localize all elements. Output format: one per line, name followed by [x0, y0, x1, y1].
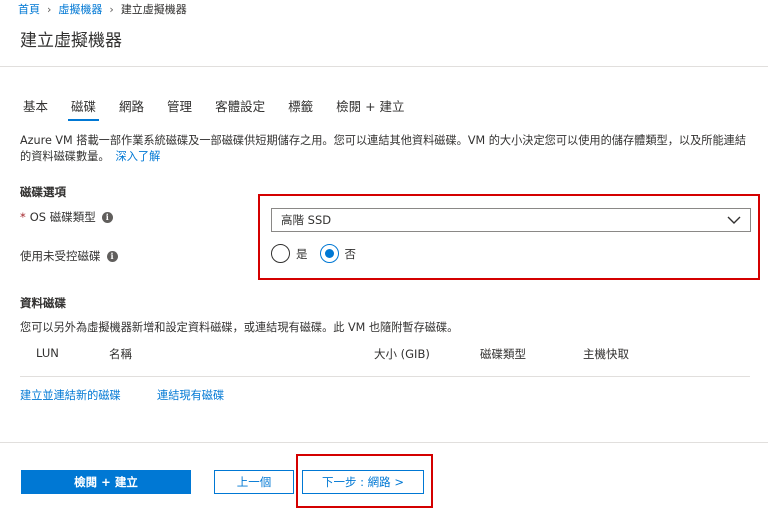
os-disk-type-label: * OS 磁碟類型 i	[20, 209, 113, 225]
learn-more-link[interactable]: 深入了解	[116, 150, 161, 163]
chevron-down-icon	[727, 216, 741, 224]
tab-basics[interactable]: 基本	[20, 94, 51, 121]
page: 首頁 › 虛擬機器 › 建立虛擬機器 建立虛擬機器 基本 磁碟 網路 管理 客體…	[0, 0, 768, 519]
create-attach-disk-link[interactable]: 建立並連結新的磁碟	[20, 387, 121, 403]
info-icon[interactable]: i	[101, 211, 113, 223]
column-header-name: 名稱	[109, 347, 132, 361]
highlight-box-disk-options	[258, 194, 760, 280]
os-disk-type-dropdown[interactable]: 高階 SSD	[271, 208, 751, 232]
tab-management[interactable]: 管理	[164, 94, 195, 121]
column-header-disk-type: 磁碟類型	[480, 347, 526, 361]
data-disks-heading: 資料磁碟	[20, 296, 66, 310]
os-disk-type-label-text: OS 磁碟類型	[29, 210, 96, 224]
tab-tags[interactable]: 標籤	[285, 94, 316, 121]
radio-yes[interactable]	[271, 244, 290, 263]
attach-existing-disk-link[interactable]: 連結現有磁碟	[157, 387, 224, 403]
tab-review-create[interactable]: 檢閱 + 建立	[333, 94, 407, 121]
tab-networking[interactable]: 網路	[116, 94, 147, 121]
radio-yes-label: 是	[296, 246, 308, 261]
tab-guest-config[interactable]: 客體設定	[212, 94, 268, 121]
radio-no-label: 否	[344, 246, 357, 261]
chevron-right-icon: ›	[109, 2, 114, 16]
review-create-button[interactable]: 檢閱 + 建立	[21, 470, 191, 494]
column-header-host-caching: 主機快取	[583, 347, 629, 361]
footer-divider	[0, 442, 768, 443]
table-divider	[20, 376, 750, 377]
unmanaged-disks-radio-group: 是 否	[271, 244, 368, 263]
column-header-size: 大小 (GIB)	[374, 347, 430, 361]
breadcrumb-home-link[interactable]: 首頁	[18, 1, 40, 17]
required-marker: *	[20, 210, 26, 224]
unmanaged-disks-label-text: 使用未受控磁碟	[20, 249, 101, 263]
os-disk-type-value: 高階 SSD	[281, 213, 332, 227]
disks-description: Azure VM 搭載一部作業系統磁碟及一部磁碟供短期儲存之用。您可以連結其他資…	[20, 133, 755, 165]
page-title: 建立虛擬機器	[20, 31, 122, 51]
chevron-right-icon: ›	[47, 2, 52, 16]
breadcrumb-current: 建立虛擬機器	[120, 3, 187, 16]
tab-disks[interactable]: 磁碟	[68, 94, 100, 121]
breadcrumb-vms-link[interactable]: 虛擬機器	[58, 1, 102, 17]
previous-button[interactable]: 上一個	[214, 470, 294, 494]
breadcrumb: 首頁 › 虛擬機器 › 建立虛擬機器	[18, 1, 187, 17]
info-icon[interactable]: i	[106, 250, 118, 262]
radio-no[interactable]	[319, 244, 339, 263]
unmanaged-disks-label: 使用未受控磁碟 i	[20, 248, 118, 264]
radio-option-yes[interactable]: 是	[271, 244, 308, 263]
radio-option-no[interactable]: 否	[319, 244, 357, 263]
disk-options-heading: 磁碟選項	[20, 185, 66, 199]
highlight-box-next-button	[296, 454, 433, 508]
title-divider	[0, 66, 768, 67]
tab-bar: 基本 磁碟 網路 管理 客體設定 標籤 檢閱 + 建立	[20, 94, 425, 121]
column-header-lun: LUN	[36, 346, 59, 360]
data-disks-description: 您可以另外為虛擬機器新增和設定資料磁碟，或連結現有磁碟。此 VM 也隨附暫存磁碟…	[20, 321, 459, 334]
